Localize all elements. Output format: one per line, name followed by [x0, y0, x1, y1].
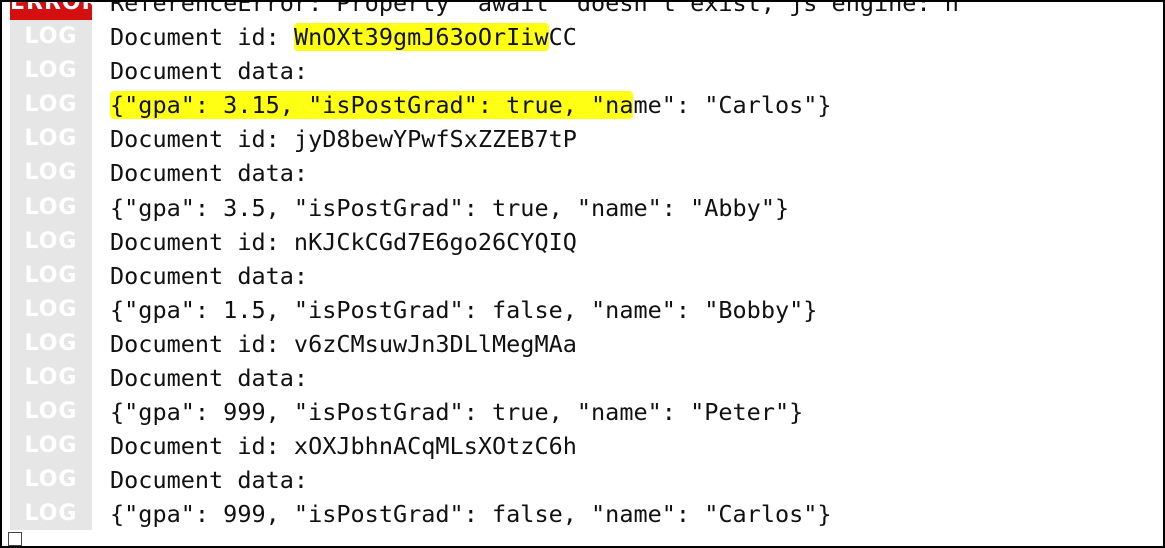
log-message: Document data:	[110, 54, 308, 88]
log-line: LOG Document id: nKJCkCGd7E6go26CYQIQ	[2, 225, 1163, 259]
log-text-segment: {"gpa": 999, "isPostGrad": true, "name":…	[110, 398, 804, 427]
log-message: Document data:	[110, 156, 308, 190]
error-message: ReferenceError: Property 'await' doesn't…	[110, 0, 959, 17]
log-text-segment: Document id: nKJCkCGd7E6go26CYQIQ	[110, 227, 577, 256]
scroll-corner-box[interactable]	[8, 532, 22, 546]
log-line: LOG Document id: jyD8bewYPwfSxZZEB7tP	[2, 122, 1163, 156]
log-level-badge: LOG	[24, 24, 78, 49]
log-level-badge: LOG	[24, 330, 78, 356]
log-text-segment: Document id:	[110, 23, 294, 51]
log-text-segment: Document data:	[110, 57, 309, 86]
log-line: LOG Document data:	[2, 463, 1163, 497]
log-level-badge: LOG	[24, 58, 78, 84]
error-log-line: ERROR ReferenceError: Property 'await' d…	[2, 0, 1163, 20]
log-text-segment: CC	[548, 23, 577, 51]
log-line: LOG Document data:	[2, 361, 1163, 395]
log-text-segment: Document id: jyD8bewYPwfSxZZEB7tP	[110, 125, 577, 154]
log-line: LOG Document data:	[2, 259, 1163, 293]
log-message: {"gpa": 999, "isPostGrad": false, "name"…	[110, 497, 832, 531]
log-level-badge: LOG	[24, 467, 78, 493]
error-level-badge: ERROR	[10, 2, 99, 20]
log-level-badge: LOG	[24, 126, 78, 152]
log-message: Document data:	[110, 463, 308, 497]
log-message: Document id: WnOXt39gmJ63oOrIiwCC	[110, 20, 577, 54]
log-level-badge: LOG	[24, 160, 78, 186]
log-level-badge: LOG	[24, 194, 78, 220]
log-text-segment: me": "Carlos"}	[633, 91, 832, 120]
log-message: Document data:	[110, 259, 308, 293]
log-level-badge: LOG	[24, 262, 78, 288]
log-line: LOG Document data:	[2, 54, 1163, 88]
log-line: LOG {"gpa": 999, "isPostGrad": true, "nam…	[2, 395, 1163, 429]
log-text-segment: Document data:	[110, 466, 309, 495]
log-text-segment: Document data:	[110, 159, 309, 188]
log-line: LOG {"gpa": 3.5, "isPostGrad": true, "nam…	[2, 191, 1163, 225]
log-level-badge: LOG	[24, 228, 78, 254]
log-level-badge: LOG	[24, 296, 78, 322]
log-message: Document id: v6zCMsuwJn3DLlMegMAa	[110, 327, 577, 361]
log-text-segment: {"gpa": 1.5, "isPostGrad": false, "name"…	[110, 295, 818, 324]
log-text-segment: Document data:	[110, 364, 309, 392]
log-message: {"gpa": 3.5, "isPostGrad": true, "name":…	[110, 191, 789, 225]
highlighted-text: {"gpa": 3.15, "isPostGrad": true, "na	[110, 91, 634, 120]
log-message: Document id: xOXJbhnACqMLsXOtzC6h	[110, 429, 577, 463]
log-level-badge: LOG	[24, 433, 78, 459]
log-line: LOG Document id: v6zCMsuwJn3DLlMegMAa	[2, 327, 1163, 361]
highlighted-text: WnOXt39gmJ63oOrIiw	[293, 23, 549, 51]
log-line: LOG {"gpa": 999, "isPostGrad": false, "na…	[2, 497, 1163, 531]
log-text-segment: Document id: v6zCMsuwJn3DLlMegMAa	[110, 329, 577, 358]
log-line: LOG Document id: WnOXt39gmJ63oOrIiwCC	[2, 20, 1163, 54]
log-text-segment: Document data:	[110, 261, 309, 290]
log-message: {"gpa": 999, "isPostGrad": true, "name":…	[110, 395, 803, 429]
log-line: LOG {"gpa": 3.15, "isPostGrad": true, "na…	[2, 88, 1163, 122]
log-line: LOG Document data:	[2, 156, 1163, 190]
log-line: LOG {"gpa": 1.5, "isPostGrad": false, "na…	[2, 293, 1163, 327]
console-log-panel: ERROR ReferenceError: Property 'await' d…	[0, 0, 1165, 548]
log-message: {"gpa": 3.15, "isPostGrad": true, "name"…	[110, 88, 832, 122]
log-message: Document id: nKJCkCGd7E6go26CYQIQ	[110, 225, 577, 259]
log-level-badge: LOG	[24, 92, 78, 118]
log-text-segment: {"gpa": 3.5, "isPostGrad": true, "name":…	[110, 193, 790, 222]
log-text-segment: Document id: xOXJbhnACqMLsXOtzC6h	[110, 432, 577, 461]
log-level-badge: LOG	[24, 399, 78, 425]
log-level-badge: LOG	[24, 501, 78, 527]
log-level-badge: LOG	[24, 365, 78, 390]
log-message: Document data:	[110, 361, 308, 395]
log-message: Document id: jyD8bewYPwfSxZZEB7tP	[110, 122, 577, 156]
log-message: {"gpa": 1.5, "isPostGrad": false, "name"…	[110, 293, 817, 327]
log-line: LOG Document id: xOXJbhnACqMLsXOtzC6h	[2, 429, 1163, 463]
log-text-segment: {"gpa": 999, "isPostGrad": false, "name"…	[110, 500, 832, 529]
